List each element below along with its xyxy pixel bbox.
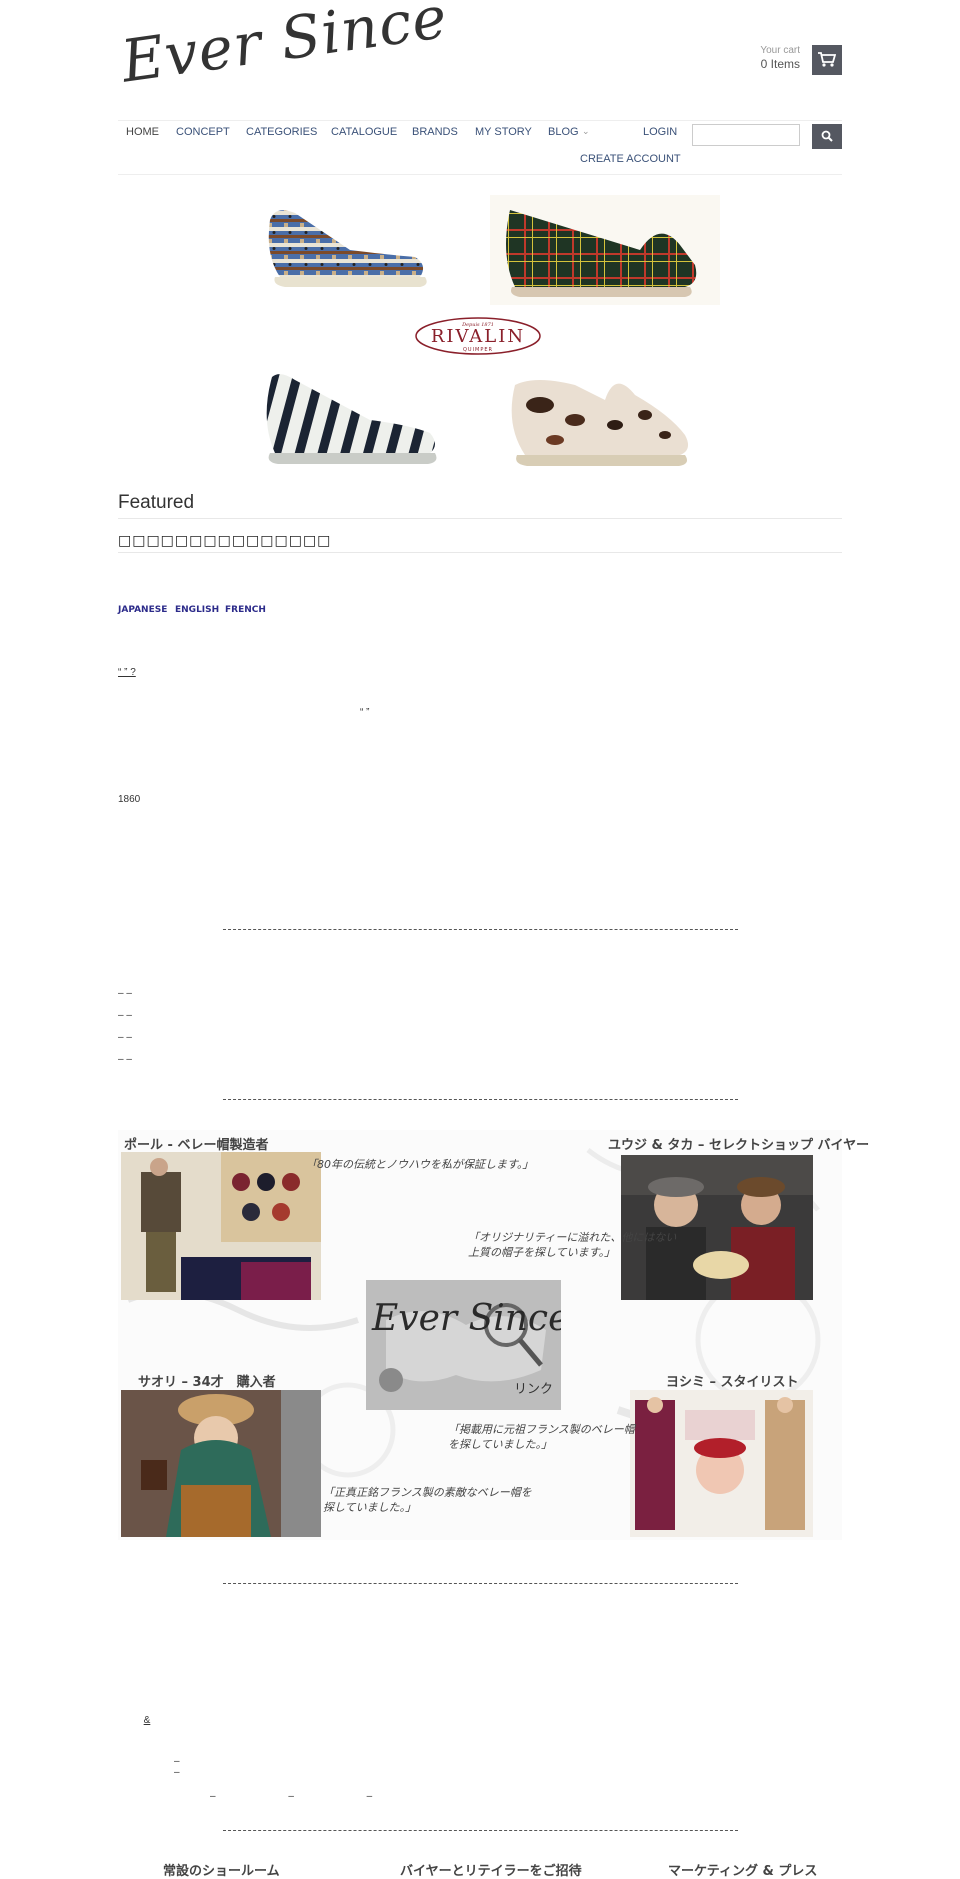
yuji-photo-image <box>621 1155 813 1300</box>
saori-photo <box>121 1390 321 1537</box>
saori-quote: 「正真正銘フランス製の素敵なベレー帽を 探していました。」 <box>323 1485 532 1515</box>
center-link-label[interactable]: リンク <box>514 1378 553 1397</box>
dash-text-2: – – – <box>210 1791 373 1802</box>
rivalin-logo-text: RIVALIN <box>431 326 525 347</box>
yoshimi-quote-line-1: 「掲載用に元祖フランス製のベレー帽 <box>448 1423 635 1436</box>
yoshimi-magazine-image <box>630 1390 813 1537</box>
cart-count[interactable]: 0 Items <box>761 57 800 71</box>
nav-item-categories[interactable]: CATEGORIES <box>246 126 317 138</box>
yoshimi-quote-line-2: を探していました。」 <box>448 1438 553 1451</box>
year-text: 1860 <box>118 794 141 805</box>
lang-link-english[interactable]: ENGLISH <box>175 605 219 615</box>
saori-label: サオリ – 34才 購入者 <box>138 1375 276 1390</box>
cart-icon <box>818 52 836 67</box>
nav-item-brands[interactable]: BRANDS <box>412 126 458 138</box>
yuji-quote: 「オリジナリティーに溢れた、他にはない 上質の帽子を探しています。」 <box>468 1230 676 1260</box>
lang-link-japanese[interactable]: JAPANESE <box>118 605 167 615</box>
bullet-line-4: – – <box>118 1054 132 1065</box>
search-icon <box>821 130 833 142</box>
shoe-image-stripes[interactable] <box>250 365 460 470</box>
nav-divider-bottom <box>118 174 842 175</box>
buyers-retailers-link[interactable]: バイヤーとリテイラーをご招待 <box>400 1860 582 1879</box>
section-divider-3 <box>223 1583 738 1584</box>
login-link[interactable]: LOGIN <box>643 126 677 138</box>
nav-divider-top <box>118 120 842 121</box>
search-input[interactable] <box>692 124 800 146</box>
yoshimi-photo <box>630 1390 813 1537</box>
section-divider-1 <box>223 929 738 930</box>
cart-widget[interactable]: Your cart 0 Items <box>732 45 842 75</box>
center-logo-text: Ever Since <box>372 1298 561 1339</box>
store-logo[interactable]: Ever Since <box>117 0 451 110</box>
dash-text-1: – – <box>174 1756 180 1778</box>
paul-quote: 「80年の伝統とノウハウを私が保証します。」 <box>306 1158 534 1171</box>
question-heading: “ ” ? <box>118 667 136 678</box>
create-account-link[interactable]: CREATE ACCOUNT <box>580 153 681 165</box>
nav-item-blog[interactable]: BLOG <box>548 126 579 138</box>
rivalin-brand-logo[interactable]: Depuis 1871 RIVALIN QUIMPER <box>413 315 543 357</box>
saori-quote-line-2: 探していました。」 <box>323 1501 417 1514</box>
nav-item-catalogue[interactable]: CATALOGUE <box>331 126 397 138</box>
nav-item-concept[interactable]: CONCEPT <box>176 126 230 138</box>
nav-item-my-story[interactable]: MY STORY <box>475 126 532 138</box>
saori-quote-line-1: 「正真正銘フランス製の素敵なベレー帽を <box>323 1486 532 1499</box>
yoshimi-quote: 「掲載用に元祖フランス製のベレー帽 を探していました。」 <box>448 1422 635 1452</box>
shoe-image-leopard[interactable] <box>495 365 710 470</box>
featured-subdivider <box>118 552 842 553</box>
showroom-link[interactable]: 常設のショールーム <box>163 1860 280 1879</box>
rivalin-logo-sub: QUIMPER <box>463 347 493 353</box>
shoe-image-fairisle[interactable] <box>250 195 450 295</box>
search-button[interactable] <box>812 124 842 149</box>
featured-heading: Featured <box>118 492 195 513</box>
yuji-quote-line-2: 上質の帽子を探しています。」 <box>468 1246 616 1259</box>
paul-label: ポール - ベレー帽製造者 <box>124 1138 269 1153</box>
section-divider-4 <box>223 1830 738 1831</box>
cart-label: Your cart <box>760 45 800 56</box>
yoshimi-label: ヨシミ – スタイリスト <box>666 1375 799 1390</box>
quote-marks-text: “ ” <box>360 707 370 718</box>
testimonial-collage: ポール - ベレー帽製造者 「80年の伝統とノウハウを私が保証します。」 ユウジ… <box>118 1130 869 1540</box>
yuji-photo <box>621 1155 813 1300</box>
ever-since-link-card[interactable]: Ever Since リンク <box>366 1280 561 1410</box>
bullet-line-3: – – <box>118 1032 132 1043</box>
logo-text: Ever Since <box>117 0 452 96</box>
lang-link-french[interactable]: FRENCH <box>225 605 266 615</box>
section-divider-2 <box>223 1099 738 1100</box>
paul-photo <box>121 1152 321 1300</box>
yuji-label: ユウジ & タカ – セレクトショップ バイヤー <box>608 1138 870 1153</box>
amp-heading: & <box>143 1715 151 1726</box>
bullet-line-2: – – <box>118 1010 132 1021</box>
saori-photo-image <box>121 1390 321 1537</box>
page-wrapper: Ever Since Your cart 0 Items HOME CONCEP… <box>117 0 869 1879</box>
chevron-down-icon: ⌄ <box>582 126 590 136</box>
yuji-quote-line-1: 「オリジナリティーに溢れた、他にはない <box>468 1231 677 1244</box>
featured-subtitle: □□□□□□□□□□□□□□□ <box>118 533 332 549</box>
nav-item-home[interactable]: HOME <box>126 126 159 138</box>
bullet-line-1: – – <box>118 988 132 999</box>
cart-button[interactable] <box>812 45 842 75</box>
featured-divider <box>118 518 842 519</box>
shoe-image-tartan[interactable] <box>490 195 720 305</box>
paul-photo-image <box>121 1152 321 1300</box>
marketing-press-link[interactable]: マーケティング & プレス <box>668 1860 817 1879</box>
